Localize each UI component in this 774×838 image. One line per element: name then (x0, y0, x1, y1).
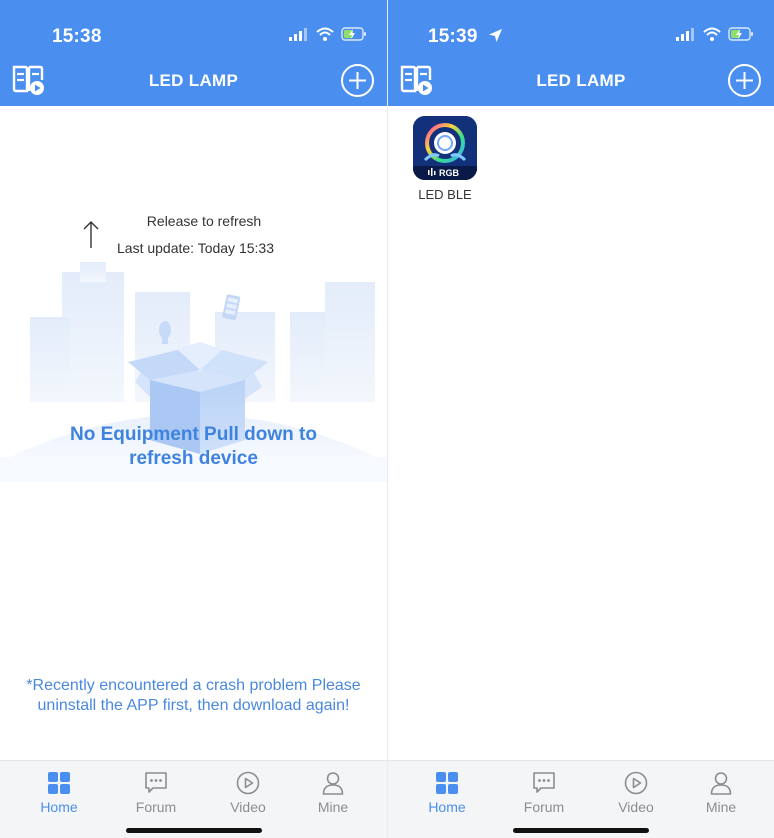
tab-label: Video (618, 799, 654, 815)
signal-icon (289, 27, 307, 41)
home-grid-icon (48, 772, 70, 794)
device-name: LED BLE (418, 187, 472, 202)
chat-icon (145, 772, 167, 793)
tab-label: Forum (135, 799, 177, 815)
chat-icon (533, 772, 555, 793)
home-indicator[interactable] (513, 828, 649, 833)
status-icons (289, 27, 367, 41)
status-icons (676, 27, 754, 41)
tab-label: Mine (317, 799, 349, 815)
tab-bar: Home Forum Video Mine (0, 760, 387, 838)
empty-state-message: No Equipment Pull down to refresh device (70, 424, 317, 469)
rgb-bulb-icon: RGB (413, 116, 477, 180)
page-title: LED LAMP (536, 71, 626, 90)
tab-forum[interactable]: Forum (121, 770, 191, 815)
add-device-icon[interactable] (727, 63, 762, 98)
status-time: 15:38 (52, 26, 102, 47)
wifi-icon (703, 27, 721, 41)
tab-forum[interactable]: Forum (509, 770, 579, 815)
tab-label: Forum (523, 799, 565, 815)
tab-video[interactable]: Video (213, 770, 283, 815)
tab-video[interactable]: Video (601, 770, 671, 815)
arrow-up-icon (83, 221, 99, 248)
tab-mine[interactable]: Mine (298, 770, 368, 815)
tab-label: Home (40, 799, 78, 815)
header: 15:38 LED LAMP (0, 0, 387, 106)
add-device-icon[interactable] (340, 63, 375, 98)
person-icon (322, 772, 344, 795)
battery-charging-icon (728, 27, 753, 41)
person-icon (710, 772, 732, 795)
screen-empty-state: 15:38 LED LAMP Release to refresh Last u… (0, 0, 387, 838)
tab-bar: Home Forum Video Mine (388, 760, 774, 838)
battery-charging-icon (341, 27, 366, 41)
tab-home[interactable]: Home (412, 770, 482, 815)
tab-home[interactable]: Home (24, 770, 94, 815)
crash-notice: *Recently encountered a crash problem Pl… (26, 677, 361, 714)
led-ble-app-icon: RGB (413, 116, 477, 180)
play-circle-icon (236, 771, 260, 795)
location-arrow-icon (489, 29, 502, 42)
tab-label: Video (230, 799, 266, 815)
rgb-badge: RGB (439, 168, 460, 178)
page-title: LED LAMP (148, 71, 239, 90)
status-time: 15:39 (428, 26, 478, 47)
home-grid-icon (436, 772, 458, 794)
device-item-led-ble[interactable]: RGB LED BLE (412, 116, 478, 202)
header: 15:39 LED LAMP (388, 0, 774, 106)
home-indicator[interactable] (125, 828, 262, 833)
tab-label: Mine (705, 799, 737, 815)
screenshots-container: 15:38 LED LAMP Release to refresh Last u… (0, 0, 774, 838)
tab-label: Home (428, 799, 466, 815)
play-circle-icon (624, 771, 648, 795)
screen-device-list: 15:39 LED LAMP RGB LED BLE Home Forum Vi… (387, 0, 774, 838)
signal-icon (676, 27, 694, 41)
last-update-text: Last update: Today 15:33 (117, 240, 274, 256)
tab-mine[interactable]: Mine (686, 770, 756, 815)
wifi-icon (316, 27, 334, 41)
refresh-release-text: Release to refresh (146, 213, 262, 229)
